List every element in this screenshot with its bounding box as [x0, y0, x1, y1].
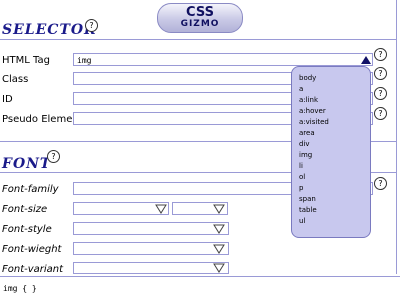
class-label: Class	[2, 74, 29, 85]
html-tag-dropdown-arrow-icon[interactable]	[361, 56, 371, 64]
pseudo-element-label: Pseudo Element	[2, 114, 83, 125]
dropdown-item-a-hover[interactable]: a:hover	[299, 107, 326, 115]
font-weight-select[interactable]	[73, 242, 229, 255]
dropdown-item-p[interactable]: p	[299, 184, 303, 192]
dropdown-item-a-link[interactable]: a:link	[299, 96, 318, 104]
dropdown-item-span[interactable]: span	[299, 195, 316, 203]
font-title: FONT	[2, 156, 52, 172]
right-border	[396, 0, 397, 274]
dropdown-item-ul[interactable]: ul	[299, 217, 305, 225]
class-help-icon[interactable]: ?	[374, 67, 387, 80]
html-tag-dropdown-list[interactable]: body a a:link a:hover a:visited area div…	[291, 66, 371, 238]
font-help-icon[interactable]: ?	[47, 150, 60, 163]
dropdown-item-ol[interactable]: ol	[299, 173, 305, 181]
html-tag-help-icon[interactable]: ?	[374, 48, 387, 61]
font-family-label: Font-family	[2, 184, 59, 195]
font-style-select[interactable]	[73, 222, 229, 235]
dropdown-item-area[interactable]: area	[299, 129, 315, 137]
font-size-unit-chevron-down-icon[interactable]	[213, 204, 225, 214]
gizmo-window: CSS GIZMO SELECTOR ? HTML Tag img ? Clas…	[0, 0, 400, 301]
selector-help-icon[interactable]: ?	[85, 19, 98, 32]
id-label: ID	[2, 94, 13, 105]
html-tag-field[interactable]: img	[73, 53, 373, 66]
font-size-value-chevron-down-icon[interactable]	[155, 204, 167, 214]
font-size-label: Font-size	[2, 204, 48, 215]
dropdown-item-a[interactable]: a	[299, 85, 303, 93]
font-variant-select[interactable]	[73, 262, 229, 274]
pseudo-element-help-icon[interactable]: ?	[374, 107, 387, 120]
dropdown-item-a-visited[interactable]: a:visited	[299, 118, 329, 126]
font-weight-chevron-down-icon[interactable]	[213, 244, 225, 254]
logo-css: CSS	[186, 5, 214, 20]
font-variant-label: Font-variant	[2, 264, 64, 275]
id-help-icon[interactable]: ?	[374, 87, 387, 100]
logo-gizmo: GIZMO	[180, 19, 220, 29]
html-tag-label: HTML Tag	[2, 55, 50, 66]
css-gizmo-logo: CSS GIZMO	[157, 3, 243, 33]
css-output-text: img { }	[3, 284, 37, 293]
font-variant-chevron-down-icon[interactable]	[213, 263, 225, 273]
font-weight-label: Font-wieght	[2, 244, 62, 255]
css-output-bar: img { }	[0, 276, 400, 301]
font-style-label: Font-style	[2, 224, 52, 235]
dropdown-item-div[interactable]: div	[299, 140, 310, 148]
font-style-chevron-down-icon[interactable]	[213, 224, 225, 234]
dropdown-item-img[interactable]: img	[299, 151, 312, 159]
selector-title: SELECTOR	[2, 22, 97, 38]
dropdown-item-li[interactable]: li	[299, 162, 303, 170]
font-family-help-icon[interactable]: ?	[374, 177, 387, 190]
dropdown-item-table[interactable]: table	[299, 206, 317, 214]
dropdown-item-body[interactable]: body	[299, 74, 316, 82]
selector-divider	[0, 39, 396, 40]
